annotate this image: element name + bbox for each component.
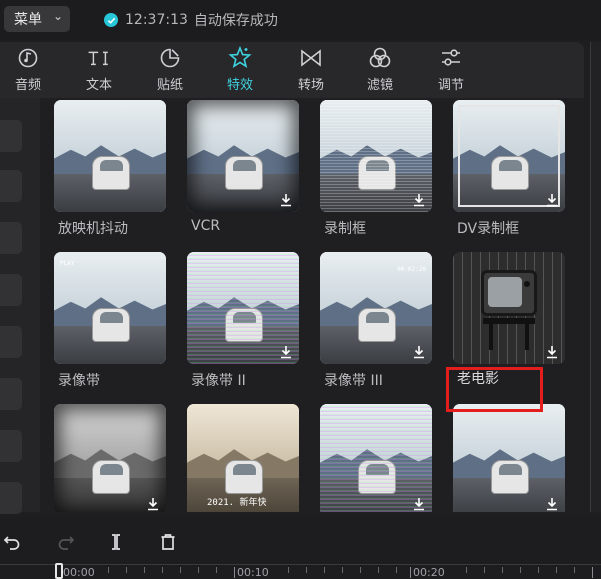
download-icon[interactable]: [412, 344, 426, 359]
filter-icon: [368, 46, 392, 70]
effect-thumbnail-videotape-iii[interactable]: 00:02:20: [320, 252, 432, 364]
tab-label: 滤镜: [366, 78, 393, 93]
sidebar-item[interactable]: [0, 326, 22, 358]
effect-name: 录像带 II: [191, 373, 246, 389]
time-label: 00:00: [63, 566, 95, 579]
effect-name: 放映机抖动: [58, 221, 128, 237]
effect-name: DV录制框: [457, 221, 520, 237]
sidebar-item[interactable]: [0, 482, 22, 514]
tab-label: 贴纸: [156, 78, 183, 93]
timeline-ruler[interactable]: 00:00 00:10 00:20: [0, 564, 601, 579]
save-text: 自动保存成功: [193, 13, 278, 29]
undo-icon[interactable]: [2, 532, 22, 552]
sidebar-item[interactable]: [0, 430, 22, 462]
effect-name: 录像带 III: [324, 373, 383, 389]
effect-name: 录像带: [58, 373, 100, 389]
tab-audio[interactable]: 音频: [0, 46, 56, 98]
delete-icon[interactable]: [158, 532, 178, 552]
audio-icon: [16, 46, 40, 70]
effect-name: 录制框: [324, 221, 366, 237]
sidebar-item[interactable]: [0, 120, 22, 152]
split-icon[interactable]: [106, 532, 126, 552]
top-bar: 菜单 ⌄ 12:37:13 自动保存成功: [0, 0, 601, 40]
sidebar-item[interactable]: [0, 222, 22, 254]
effects-grid: 放映机抖动 VCR 录制框 DV录制框 PLAY 录像带 录像带 II 00:0…: [40, 98, 584, 512]
menu-label: 菜单: [14, 12, 42, 28]
playhead-handle[interactable]: [55, 563, 63, 579]
effect-thumbnail[interactable]: [320, 404, 432, 512]
redo-icon[interactable]: [56, 532, 76, 552]
tab-label: 调节: [437, 78, 464, 93]
tab-sticker[interactable]: 贴纸: [142, 46, 198, 98]
check-circle-icon: [104, 13, 118, 27]
annotation-highlight-box: [446, 367, 543, 412]
tab-transition[interactable]: 转场: [283, 46, 339, 98]
autosave-status: 12:37:13 自动保存成功: [104, 10, 278, 30]
osd-time: 00:02:20: [397, 266, 426, 273]
time-label: 00:20: [413, 566, 445, 579]
download-icon[interactable]: [146, 496, 160, 511]
effect-thumbnail-vcr[interactable]: [187, 100, 299, 212]
tab-label: 音频: [14, 78, 41, 93]
timeline-toolbar: 00:00 00:10 00:20: [0, 518, 601, 579]
effect-thumbnail-old-movie[interactable]: [453, 252, 565, 364]
effect-thumbnail[interactable]: 2021. 新年快: [187, 404, 299, 512]
osd-text: 2021. 新年快: [207, 498, 267, 508]
tab-label: 文本: [85, 78, 112, 93]
download-icon[interactable]: [412, 192, 426, 207]
effect-thumbnail-dv-record-frame[interactable]: [453, 100, 565, 212]
osd-text: PLAY: [60, 260, 75, 267]
tab-text[interactable]: 文本: [71, 46, 127, 98]
effects-star-icon: [228, 46, 252, 70]
effect-thumbnail-projector-shake[interactable]: [54, 100, 166, 212]
effect-thumbnail-videotape-ii[interactable]: [187, 252, 299, 364]
effect-thumbnail[interactable]: [54, 404, 166, 512]
download-icon[interactable]: [412, 496, 426, 511]
effects-category-sidebar: [0, 98, 40, 514]
tab-effects[interactable]: 特效: [212, 46, 268, 98]
tab-label: 特效: [226, 78, 253, 93]
download-icon[interactable]: [545, 192, 559, 207]
tab-filter[interactable]: 滤镜: [352, 46, 408, 98]
sidebar-item[interactable]: [0, 274, 22, 306]
effect-thumbnail[interactable]: [453, 404, 565, 512]
sidebar-item[interactable]: [0, 378, 22, 410]
preview-panel-edge: [590, 42, 601, 512]
adjust-icon: [439, 46, 463, 70]
sidebar-item[interactable]: [0, 170, 22, 202]
save-time: 12:37:13: [125, 12, 188, 28]
download-icon[interactable]: [279, 344, 293, 359]
category-tabs: 音频 文本 贴纸 特效 转场 滤镜 调节: [0, 42, 584, 98]
download-icon[interactable]: [279, 192, 293, 207]
effects-panel: 音频 文本 贴纸 特效 转场 滤镜 调节 放映机抖动 VCR 录制框 DV录制框…: [0, 42, 584, 514]
download-icon[interactable]: [545, 496, 559, 511]
text-icon: [87, 46, 111, 70]
transition-icon: [299, 46, 323, 70]
effect-name: VCR: [191, 218, 221, 234]
time-label: 00:10: [237, 566, 269, 579]
sticker-icon: [158, 46, 182, 70]
effect-thumbnail-videotape[interactable]: PLAY: [54, 252, 166, 364]
effect-thumbnail-record-frame[interactable]: [320, 100, 432, 212]
tab-adjust[interactable]: 调节: [423, 46, 479, 98]
chevron-down-icon: ⌄: [52, 9, 63, 23]
menu-dropdown[interactable]: 菜单 ⌄: [4, 6, 70, 32]
tab-label: 转场: [297, 78, 324, 93]
tv-icon: [481, 270, 537, 316]
download-icon[interactable]: [545, 344, 559, 359]
